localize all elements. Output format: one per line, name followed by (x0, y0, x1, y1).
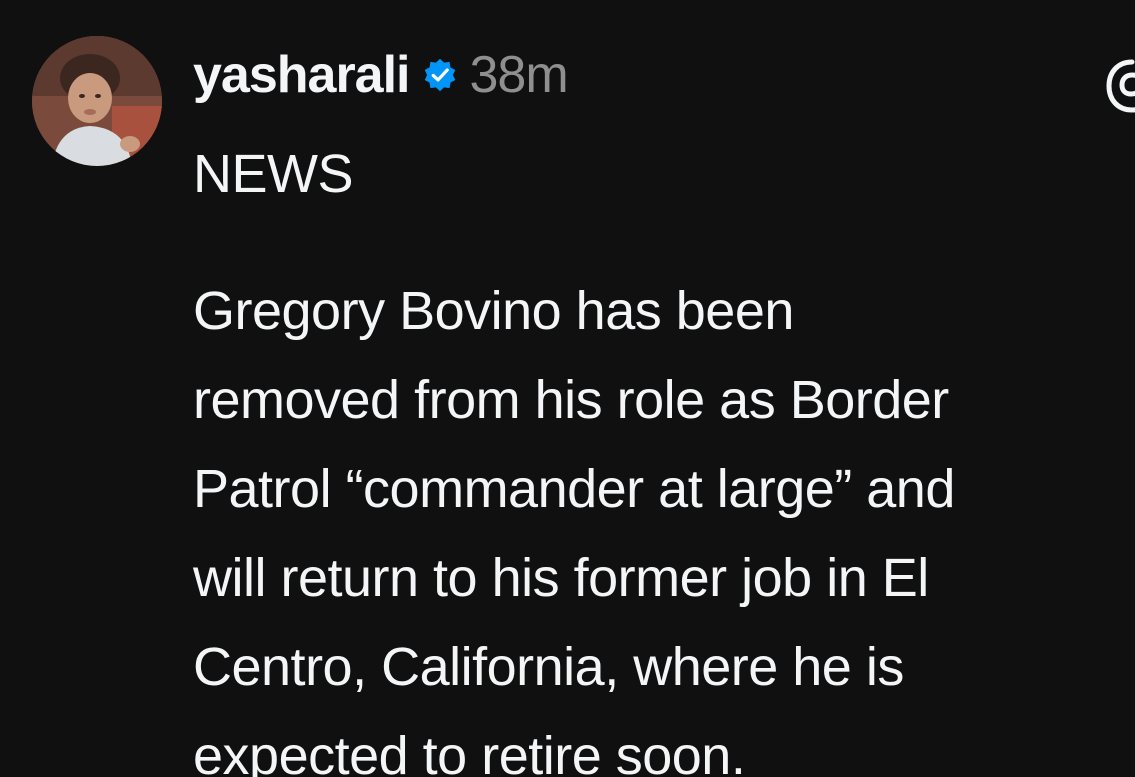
post-text-line: Patrol “commander at large” and (193, 459, 955, 519)
post-text-line: will return to his former job in El (193, 548, 929, 608)
avatar[interactable] (32, 36, 162, 166)
verified-badge-icon (424, 58, 455, 92)
post-header: yasharali 38m (193, 40, 569, 110)
thread-post: yasharali 38m NEWS Gregory Bovino has be… (0, 0, 1135, 777)
timestamp: 38m (469, 46, 569, 104)
threads-logo-icon[interactable] (1102, 56, 1135, 116)
post-text-line: Centro, California, where he is (193, 637, 904, 697)
post-text-line: removed from his role as Border (193, 370, 949, 430)
post-text-line: Gregory Bovino has been (193, 281, 794, 341)
username[interactable]: yasharali (193, 45, 410, 105)
post-text-line: expected to retire soon. (193, 726, 746, 777)
avatar-photo (32, 36, 162, 166)
post-headline: NEWS (193, 144, 354, 204)
post-body: NEWS Gregory Bovino has been removed fro… (193, 130, 1135, 777)
